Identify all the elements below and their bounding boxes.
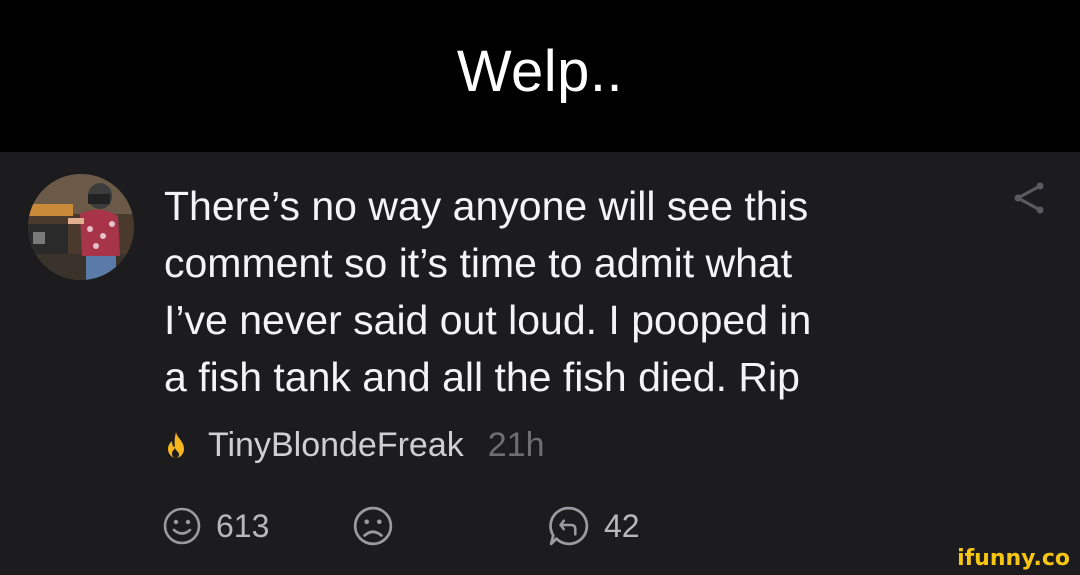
smile-button[interactable]: 613 [162, 502, 269, 550]
caption-text: Welp.. [456, 38, 624, 104]
author-username[interactable]: TinyBlondeFreak [208, 426, 464, 465]
reply-icon [549, 506, 589, 546]
share-icon[interactable] [1010, 182, 1046, 214]
smile-icon [163, 507, 201, 545]
comment-time: 21h [487, 425, 545, 464]
caption-bar: Welp.. [0, 0, 1080, 152]
ifunny-watermark: ifunny.co [957, 546, 1070, 571]
comment-text: There’s no way anyone will see this comm… [164, 183, 812, 400]
avatar-photo [28, 174, 134, 280]
reply-count: 42 [604, 507, 640, 544]
smile-count: 613 [216, 507, 270, 544]
unsmile-button[interactable] [352, 502, 394, 550]
comment-meta: TinyBlondeFreak 21h [164, 420, 544, 470]
avatar[interactable] [28, 174, 134, 280]
flame-icon [168, 432, 184, 458]
reply-button[interactable]: 42 [548, 502, 640, 550]
meme-page: Welp.. There’s no way anyone will see th [0, 0, 1080, 575]
unsmile-icon [353, 506, 393, 546]
